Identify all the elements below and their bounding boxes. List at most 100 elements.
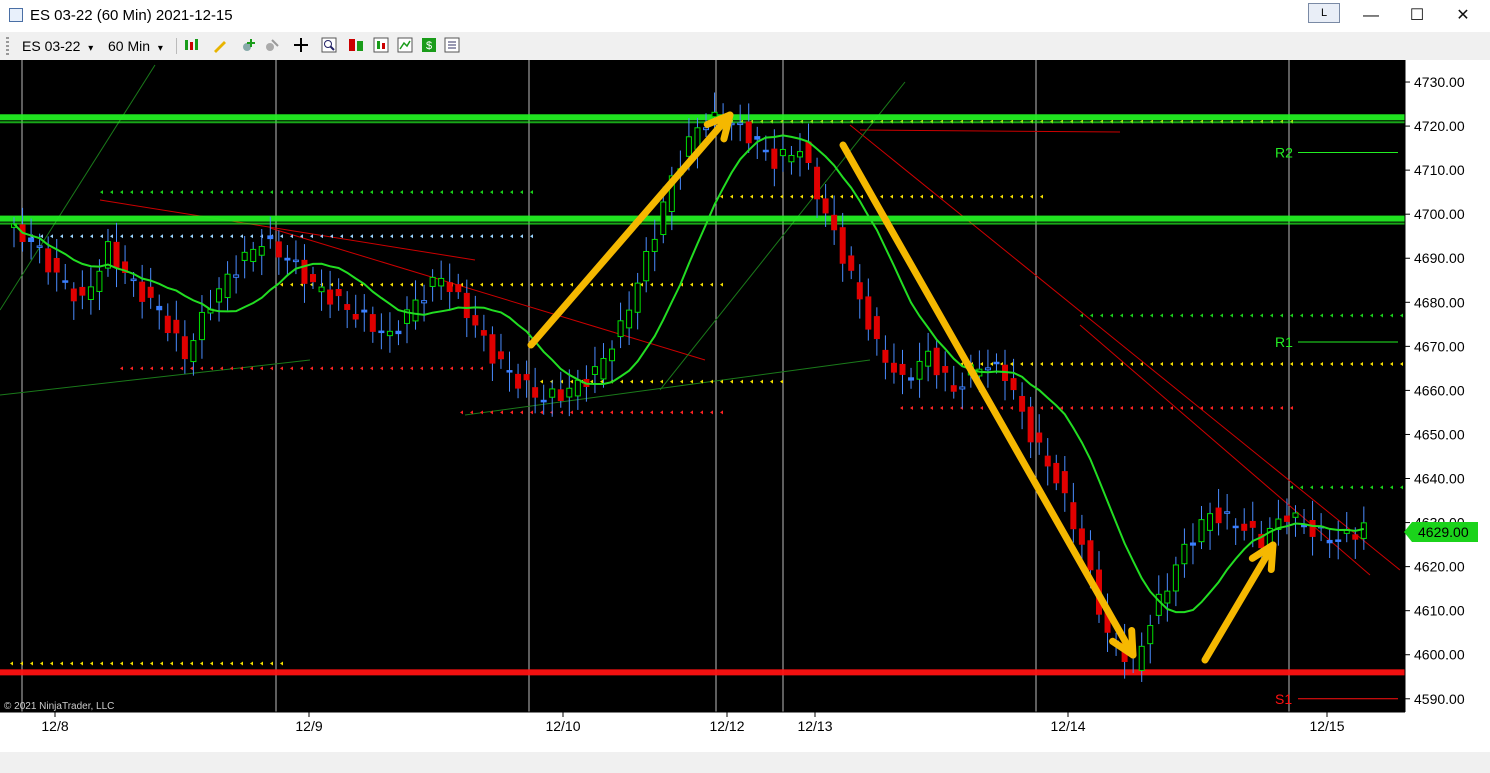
candle-body	[497, 351, 504, 360]
chart-trader-icon[interactable]	[373, 37, 389, 53]
candle-body	[489, 334, 496, 364]
candle-body	[429, 276, 436, 287]
link-button[interactable]: L	[1308, 3, 1340, 23]
candle-body	[908, 377, 915, 381]
candle-body	[1027, 406, 1034, 443]
candle-body	[1053, 462, 1060, 484]
candle-body	[139, 281, 146, 302]
candle-body	[557, 389, 564, 401]
candle-body	[1172, 564, 1179, 592]
candle-body	[421, 300, 428, 304]
candle-body	[156, 305, 163, 311]
price-tick-label: 4670.00	[1414, 338, 1465, 354]
candle-body	[1078, 528, 1085, 545]
candle-body	[45, 248, 52, 273]
resistance-level-edge	[0, 121, 1405, 124]
candle-body	[70, 288, 77, 302]
candle-body	[626, 309, 633, 329]
close-button[interactable]: ✕	[1440, 2, 1486, 30]
candle-body	[1036, 432, 1043, 443]
candle-body	[113, 241, 120, 268]
candle-body	[1249, 520, 1256, 528]
zoom-icon[interactable]	[321, 37, 337, 53]
price-tick-label: 4730.00	[1414, 74, 1465, 90]
interval-selector[interactable]: 60 Min ▾	[108, 38, 163, 54]
candle-body	[1352, 534, 1359, 540]
candle-body	[1241, 523, 1248, 531]
candle-body	[959, 386, 966, 390]
remove-drawing-icon[interactable]	[264, 37, 280, 53]
candle-body	[643, 250, 650, 282]
candle-body	[1198, 519, 1205, 543]
price-axis: 4730.00 4720.00 4710.00 4700.00 4690.00 4680.…	[1404, 60, 1490, 712]
candle-body	[1181, 543, 1188, 565]
plot-area	[0, 60, 1405, 712]
current-price-label: 4629.00	[1418, 524, 1469, 540]
candle-body	[1189, 542, 1196, 546]
time-tick-label: 12/9	[295, 718, 322, 734]
candle-body	[950, 385, 957, 392]
candle-body	[395, 330, 402, 335]
candle-body	[352, 314, 359, 320]
candle-body	[480, 330, 487, 336]
chart-canvas[interactable]: R2 R1 S1 4730.00 4720.00 4710.00 4700.00 4690.…	[0, 60, 1490, 752]
candle-body	[984, 367, 991, 371]
copyright-text: © 2021 NinjaTrader, LLC	[4, 701, 114, 712]
candle-body	[745, 121, 752, 144]
current-price-marker: 4629.00	[1404, 522, 1478, 542]
candle-body	[600, 357, 607, 380]
price-tick-label: 4660.00	[1414, 382, 1465, 398]
price-tick-label: 4690.00	[1414, 250, 1465, 266]
candle-body	[301, 259, 308, 284]
candle-body	[685, 136, 692, 157]
candle-body	[882, 349, 889, 363]
crosshair-icon[interactable]	[293, 37, 309, 53]
candle-body	[292, 259, 299, 263]
toolbar-grip[interactable]	[6, 37, 9, 55]
candle-body	[1292, 512, 1299, 518]
resistance-level	[0, 215, 1405, 222]
candle-body	[796, 151, 803, 158]
svg-text:$: $	[426, 40, 432, 52]
price-tick-label: 4610.00	[1414, 603, 1465, 619]
time-tick-label: 12/12	[709, 718, 744, 734]
candle-body	[1019, 395, 1026, 412]
candle-body	[831, 214, 838, 231]
instrument-selector[interactable]: ES 03-22 ▾	[22, 38, 93, 54]
minimize-button[interactable]: —	[1348, 2, 1394, 30]
candle-body	[310, 274, 317, 283]
candle-body	[925, 350, 932, 367]
candle-body	[754, 136, 761, 140]
candle-body	[839, 227, 846, 264]
candle-body	[762, 149, 769, 153]
resistance-level	[0, 114, 1405, 121]
strategies-icon[interactable]	[348, 37, 364, 53]
bar-type-icon[interactable]	[183, 37, 199, 53]
candle-body	[386, 330, 393, 337]
candle-body	[327, 289, 334, 305]
drawing-tool-icon[interactable]	[212, 37, 228, 53]
candle-body	[438, 277, 445, 287]
candle-body	[532, 387, 539, 398]
add-indicator-icon[interactable]	[241, 37, 257, 53]
data-box-icon[interactable]	[397, 37, 413, 53]
candle-body	[369, 314, 376, 332]
candle-body	[660, 201, 667, 236]
candle-body	[147, 286, 154, 298]
candle-body	[993, 361, 1000, 365]
properties-icon[interactable]	[444, 37, 460, 53]
price-tick-label: 4640.00	[1414, 471, 1465, 487]
candle-body	[549, 388, 556, 398]
candle-body	[344, 304, 351, 310]
chevron-down-icon: ▾	[88, 43, 94, 54]
horizontal-scrollbar[interactable]	[0, 752, 1490, 773]
price-chart[interactable]: R2 R1 S1 4730.00 4720.00 4710.00 4700.00 4690.…	[0, 60, 1490, 773]
money-icon[interactable]: $	[421, 37, 437, 53]
candle-body	[506, 370, 513, 373]
candle-body	[378, 330, 385, 334]
candle-body	[779, 148, 786, 157]
interval-label: 60 Min	[108, 38, 151, 54]
candle-body	[36, 245, 43, 248]
maximize-button[interactable]: ☐	[1394, 2, 1440, 30]
time-tick-label: 12/8	[41, 718, 68, 734]
